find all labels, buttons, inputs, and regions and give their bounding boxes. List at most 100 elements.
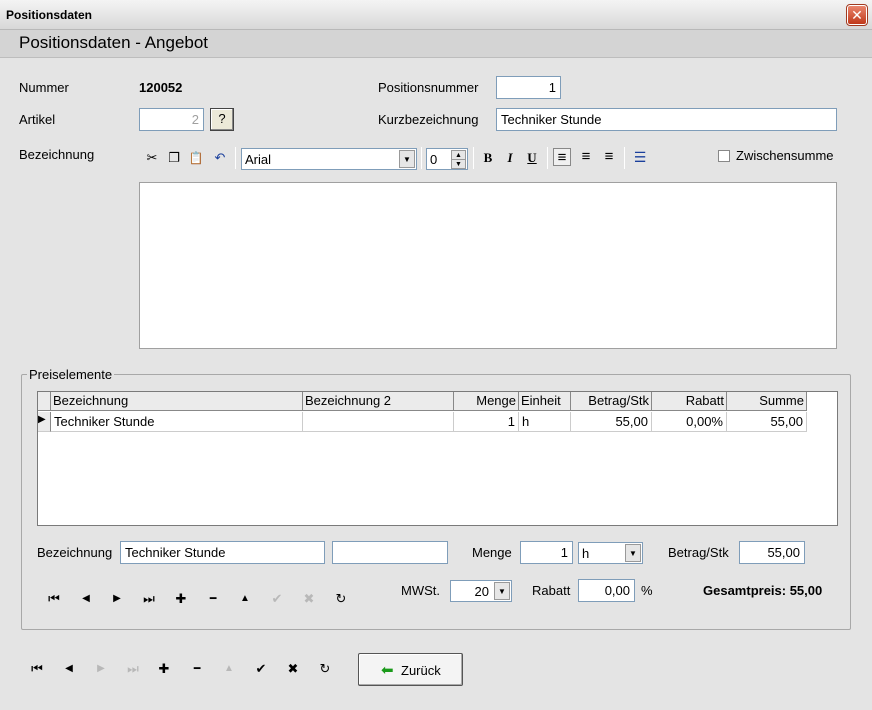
column-header-summe[interactable]: Summe bbox=[727, 392, 807, 411]
undo-icon[interactable]: ↶ bbox=[211, 149, 229, 167]
cut-icon[interactable]: ✂ bbox=[143, 149, 161, 167]
cancel-record-icon[interactable]: ✖ bbox=[300, 590, 318, 608]
align-center-icon[interactable]: ≡ bbox=[577, 148, 595, 166]
prev-record-icon[interactable]: ◀ bbox=[77, 590, 95, 608]
next-position-icon[interactable]: ▶ bbox=[92, 660, 110, 678]
detail-einheit-value: h bbox=[582, 546, 590, 561]
nummer-value: 120052 bbox=[139, 80, 183, 95]
page-title: Positionsdaten - Angebot bbox=[19, 33, 209, 52]
grid-header-indicator bbox=[38, 392, 51, 411]
row-pointer-icon: ▶ bbox=[38, 412, 51, 432]
zwischensumme-checkbox[interactable] bbox=[718, 150, 730, 162]
preiselemente-grid[interactable]: Bezeichnung Bezeichnung 2 Menge Einheit … bbox=[37, 391, 838, 526]
column-header-rabatt[interactable]: Rabatt bbox=[652, 392, 727, 411]
rabatt-field[interactable]: 0,00 bbox=[578, 579, 635, 602]
first-record-icon[interactable]: ⏮ bbox=[45, 590, 63, 608]
toolbar-separator bbox=[235, 147, 236, 169]
font-size-value: 0 bbox=[430, 152, 438, 167]
copy-icon[interactable]: ❐ bbox=[165, 149, 183, 167]
preiselemente-title: Preiselemente bbox=[27, 367, 115, 382]
cell-bezeichnung2[interactable] bbox=[303, 412, 454, 432]
add-record-icon[interactable]: ✚ bbox=[172, 590, 190, 608]
cell-summe[interactable]: 55,00 bbox=[727, 412, 807, 432]
gesamtpreis: Gesamtpreis: 55,00 bbox=[703, 583, 823, 598]
toolbar-separator bbox=[624, 147, 625, 169]
question-icon: ? bbox=[218, 111, 226, 126]
paste-icon[interactable]: 📋 bbox=[187, 149, 205, 167]
close-icon: ✕ bbox=[851, 7, 863, 23]
detail-einheit-select[interactable]: h ▼ bbox=[578, 542, 643, 564]
cell-rabatt[interactable]: 0,00% bbox=[652, 412, 727, 432]
font-name-select[interactable]: Arial ▼ bbox=[241, 148, 417, 170]
arrow-left-icon: ⬅ bbox=[381, 662, 394, 679]
align-left-icon[interactable]: ≡ bbox=[553, 148, 571, 166]
edit-position-icon[interactable]: ▲ bbox=[220, 660, 238, 678]
cell-bezeichnung[interactable]: Techniker Stunde bbox=[51, 412, 303, 432]
refresh-icon[interactable]: ↻ bbox=[332, 590, 350, 608]
align-right-icon[interactable]: ≡ bbox=[600, 148, 618, 166]
mwst-value: 20 bbox=[474, 584, 489, 599]
kurzbezeichnung-field[interactable]: Techniker Stunde bbox=[496, 108, 837, 131]
next-record-icon[interactable]: ▶ bbox=[108, 590, 126, 608]
zwischensumme-label: Zwischensumme bbox=[736, 148, 834, 163]
detail-menge-label: Menge bbox=[472, 545, 512, 560]
zurueck-label: Zurück bbox=[401, 663, 441, 678]
cell-betrag[interactable]: 55,00 bbox=[571, 412, 652, 432]
kurzbezeichnung-label: Kurzbezeichnung bbox=[378, 112, 479, 127]
detail-menge-field[interactable]: 1 bbox=[520, 541, 573, 564]
rabatt-label: Rabatt bbox=[532, 583, 571, 598]
mwst-select[interactable]: 20 ▼ bbox=[450, 580, 512, 602]
positionsnummer-field[interactable]: 1 bbox=[496, 76, 561, 99]
close-button[interactable]: ✕ bbox=[846, 4, 868, 26]
cell-einheit[interactable]: h bbox=[519, 412, 571, 432]
prev-position-icon[interactable]: ◀ bbox=[60, 660, 78, 678]
bold-icon[interactable]: B bbox=[479, 149, 497, 167]
bezeichnung-editor[interactable] bbox=[139, 182, 837, 349]
underline-icon[interactable]: U bbox=[523, 149, 541, 167]
nummer-label: Nummer bbox=[19, 80, 69, 95]
detail-bezeichnung2-field[interactable] bbox=[332, 541, 448, 564]
detail-betrag-label: Betrag/Stk bbox=[668, 545, 729, 560]
toolbar-separator bbox=[547, 147, 548, 169]
title-bar: Positionsdaten ✕ bbox=[0, 0, 872, 30]
positionsnummer-label: Positionsnummer bbox=[378, 80, 479, 95]
add-position-icon[interactable]: ✚ bbox=[155, 660, 173, 678]
rabatt-unit: % bbox=[641, 583, 653, 598]
artikel-label: Artikel bbox=[19, 112, 56, 127]
column-header-betrag[interactable]: Betrag/Stk bbox=[571, 392, 652, 411]
spin-down-icon[interactable]: ▼ bbox=[451, 159, 466, 169]
post-record-icon[interactable]: ✔ bbox=[268, 590, 286, 608]
post-position-icon[interactable]: ✔ bbox=[252, 660, 270, 678]
italic-icon[interactable]: I bbox=[501, 149, 519, 167]
page-header: Positionsdaten - Angebot bbox=[0, 30, 872, 58]
delete-record-icon[interactable]: ━ bbox=[204, 590, 222, 608]
mwst-label: MWSt. bbox=[401, 583, 440, 598]
column-header-einheit[interactable]: Einheit bbox=[519, 392, 571, 411]
artikel-field[interactable]: 2 bbox=[139, 108, 204, 131]
detail-bezeichnung-label: Bezeichnung bbox=[37, 545, 113, 560]
chevron-down-icon[interactable]: ▼ bbox=[399, 150, 415, 168]
column-header-bezeichnung[interactable]: Bezeichnung bbox=[51, 392, 303, 411]
first-position-icon[interactable]: ⏮ bbox=[28, 660, 46, 678]
column-header-bezeichnung2[interactable]: Bezeichnung 2 bbox=[303, 392, 454, 411]
edit-record-icon[interactable]: ▲ bbox=[236, 590, 254, 608]
cancel-position-icon[interactable]: ✖ bbox=[284, 660, 302, 678]
artikel-lookup-button[interactable]: ? bbox=[210, 108, 234, 131]
toolbar-separator bbox=[473, 147, 474, 169]
delete-position-icon[interactable]: ━ bbox=[188, 660, 206, 678]
chevron-down-icon[interactable]: ▼ bbox=[494, 582, 510, 600]
cell-menge[interactable]: 1 bbox=[454, 412, 519, 432]
window-title: Positionsdaten bbox=[6, 8, 93, 22]
zurueck-button[interactable]: ⬅ Zurück bbox=[358, 653, 463, 686]
detail-bezeichnung-field[interactable]: Techniker Stunde bbox=[120, 541, 325, 564]
refresh-position-icon[interactable]: ↻ bbox=[316, 660, 334, 678]
font-size-stepper[interactable]: 0 ▲ ▼ bbox=[426, 148, 468, 170]
detail-betrag-field[interactable]: 55,00 bbox=[739, 541, 805, 564]
bezeichnung-label: Bezeichnung bbox=[19, 147, 95, 162]
last-position-icon[interactable]: ⏭ bbox=[124, 660, 142, 678]
column-header-menge[interactable]: Menge bbox=[454, 392, 519, 411]
last-record-icon[interactable]: ⏭ bbox=[140, 590, 158, 608]
chevron-down-icon[interactable]: ▼ bbox=[625, 544, 641, 562]
bullet-list-icon[interactable]: ☰ bbox=[631, 148, 649, 166]
font-name-value: Arial bbox=[245, 152, 272, 167]
